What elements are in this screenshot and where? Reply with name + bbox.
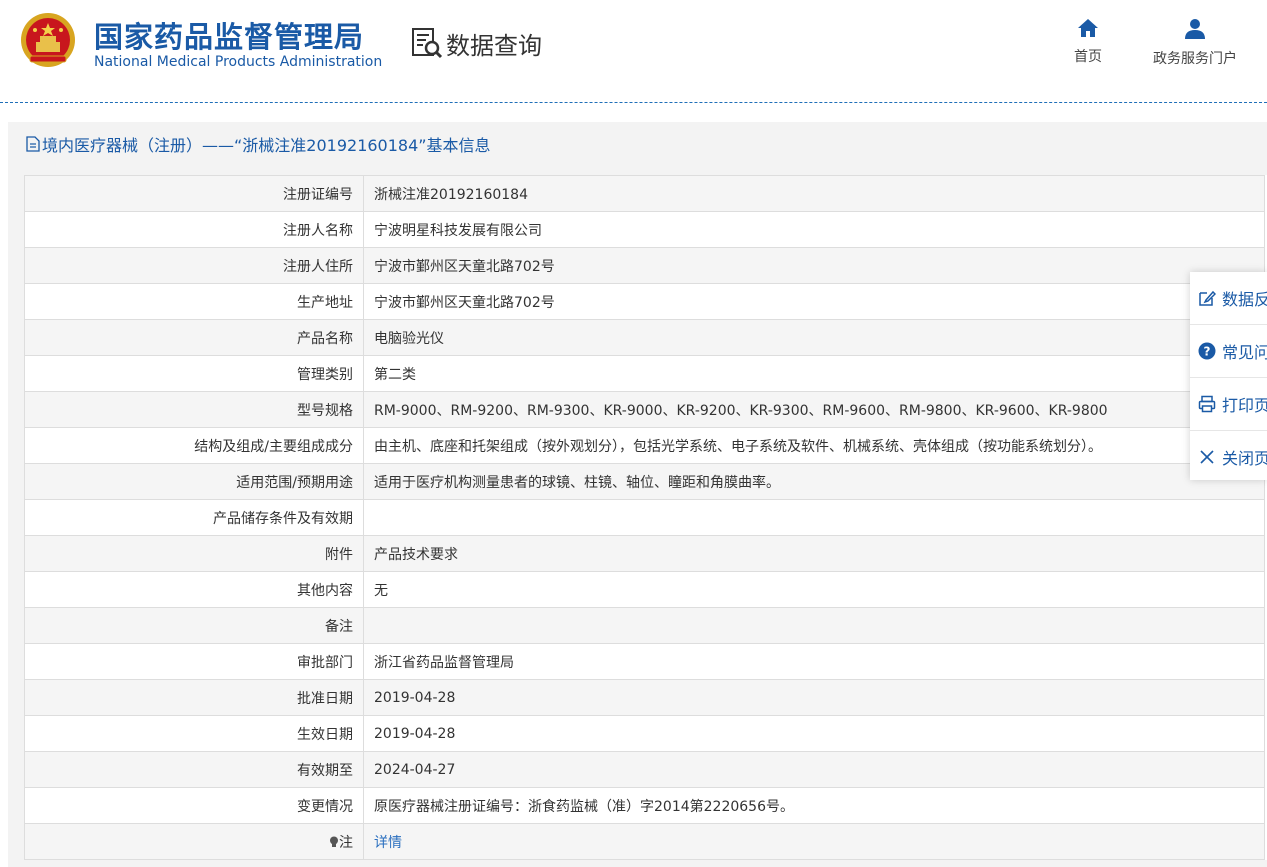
detail-panel: 境内医疗器械（注册）——“浙械注准20192160184”基本信息 注册证编号浙… (8, 122, 1267, 867)
row-label: 管理类别 (24, 355, 364, 392)
row-value: 电脑验光仪 (363, 319, 1265, 356)
nav-home-label: 首页 (1074, 49, 1102, 65)
row-label: 生产地址 (24, 283, 364, 320)
panel-title-text: 境内医疗器械（注册）——“浙械注准20192160184”基本信息 (42, 136, 491, 155)
table-row: 管理类别 第二类 (24, 355, 1265, 392)
row-value: 浙江省药品监督管理局 (363, 643, 1265, 680)
faq-button[interactable]: ? 常见问 (1190, 325, 1267, 378)
note-label: 注 (339, 834, 353, 851)
home-icon (1078, 19, 1098, 37)
table-row: 型号规格 RM-9000、RM-9200、RM-9300、KR-9000、KR-9… (24, 391, 1265, 428)
data-query-icon (412, 28, 443, 59)
row-label: 变更情况 (24, 787, 364, 824)
panel-title: 境内医疗器械（注册）——“浙械注准20192160184”基本信息 (26, 132, 491, 156)
row-value: RM-9000、RM-9200、RM-9300、KR-9000、KR-9200、… (363, 391, 1265, 428)
table-row: 变更情况 原医疗器械注册证编号：浙食药监械（准）字2014第2220656号。 (24, 787, 1265, 824)
feedback-button[interactable]: 数据反 (1190, 272, 1267, 325)
note-label-cell: 注 (24, 823, 364, 860)
print-icon (1198, 395, 1216, 413)
note-value: 详情 (363, 823, 1265, 860)
table-row: 生效日期 2019-04-28 (24, 715, 1265, 752)
nav-service-portal-label: 政务服务门户 (1153, 51, 1237, 67)
row-label: 注册人住所 (24, 247, 364, 284)
info-table-wrapper: 注册证编号 浙械注准20192160184 注册人名称 宁波明星科技发展有限公司 注… (24, 175, 1267, 860)
row-label: 生效日期 (24, 715, 364, 752)
row-value: 原医疗器械注册证编号：浙食药监械（准）字2014第2220656号。 (363, 787, 1265, 824)
row-value: 浙械注准20192160184 (363, 175, 1265, 212)
national-emblem-icon (21, 13, 75, 67)
row-label: 备注 (24, 607, 364, 644)
row-value: 2019-04-28 (363, 679, 1265, 716)
feedback-label: 数据反 (1222, 290, 1267, 309)
table-row: 产品储存条件及有效期 (24, 499, 1265, 536)
row-label: 有效期至 (24, 751, 364, 788)
section-heading: 数据查询 (410, 27, 542, 60)
details-link[interactable]: 详情 (374, 835, 402, 851)
row-value: 宁波明星科技发展有限公司 (363, 211, 1265, 248)
lightbulb-icon (330, 836, 338, 847)
row-label: 附件 (24, 535, 364, 572)
edit-icon (1199, 290, 1216, 306)
svg-text:?: ? (1204, 345, 1211, 359)
user-icon (1185, 19, 1205, 39)
row-label: 批准日期 (24, 679, 364, 716)
row-label: 适用范围/预期用途 (24, 463, 364, 500)
question-icon: ? (1198, 342, 1216, 360)
row-value: 第二类 (363, 355, 1265, 392)
row-label: 注册人名称 (24, 211, 364, 248)
site-header: 国家药品监督管理局 National Medical Products Admi… (0, 0, 1267, 103)
row-label: 注册证编号 (24, 175, 364, 212)
table-row: 备注 (24, 607, 1265, 644)
document-icon (26, 136, 40, 152)
print-button[interactable]: 打印页 (1190, 378, 1267, 431)
print-label: 打印页 (1222, 396, 1267, 415)
row-value: 宁波市鄞州区天童北路702号 (363, 283, 1265, 320)
table-row: 其他内容无 (24, 571, 1265, 608)
row-label: 结构及组成/主要组成成分 (24, 427, 364, 464)
table-row: 产品名称 电脑验光仪 (24, 319, 1265, 356)
section-heading-label: 数据查询 (446, 31, 542, 60)
faq-label: 常见问 (1222, 343, 1267, 362)
table-row: 生产地址 宁波市鄞州区天童北路702号 (24, 283, 1265, 320)
table-row: 审批部门 浙江省药品监督管理局 (24, 643, 1265, 680)
table-row: 注册证编号 浙械注准20192160184 (24, 175, 1265, 212)
row-label: 其他内容 (24, 571, 364, 608)
table-row-note: 注 详情 (24, 823, 1265, 860)
info-table: 注册证编号 浙械注准20192160184 注册人名称 宁波明星科技发展有限公司 注… (24, 175, 1265, 860)
header-divider (0, 102, 1267, 103)
row-value: 适用于医疗机构测量患者的球镜、柱镜、轴位、瞳距和角膜曲率。 (363, 463, 1265, 500)
close-page-button[interactable]: 关闭页 (1190, 431, 1267, 483)
floating-toolbar: 数据反 ? 常见问 打印页 关闭页 (1190, 272, 1267, 480)
row-label: 型号规格 (24, 391, 364, 428)
row-value: 无 (363, 571, 1265, 608)
table-row: 附件 产品技术要求 (24, 535, 1265, 572)
nav-home[interactable]: 首页 (1070, 18, 1106, 66)
org-name-cn: 国家药品监督管理局 (94, 20, 365, 54)
table-row: 适用范围/预期用途 适用于医疗机构测量患者的球镜、柱镜、轴位、瞳距和角膜曲率。 (24, 463, 1265, 500)
table-row: 注册人住所 宁波市鄞州区天童北路702号 (24, 247, 1265, 284)
row-value: 2024-04-27 (363, 751, 1265, 788)
row-value (363, 499, 1265, 536)
row-value: 2019-04-28 (363, 715, 1265, 752)
row-value: 由主机、底座和托架组成（按外观划分），包括光学系统、电子系统及软件、机械系统、壳… (363, 427, 1265, 464)
row-label: 审批部门 (24, 643, 364, 680)
close-page-label: 关闭页 (1222, 449, 1267, 468)
table-row: 有效期至 2024-04-27 (24, 751, 1265, 788)
row-label: 产品名称 (24, 319, 364, 356)
row-value: 产品技术要求 (363, 535, 1265, 572)
nav-service-portal[interactable]: 政务服务门户 (1148, 18, 1242, 68)
close-icon (1200, 450, 1214, 464)
table-row: 批准日期 2019-04-28 (24, 679, 1265, 716)
row-value: 宁波市鄞州区天童北路702号 (363, 247, 1265, 284)
table-row: 结构及组成/主要组成成分 由主机、底座和托架组成（按外观划分），包括光学系统、电子… (24, 427, 1265, 464)
table-row: 注册人名称 宁波明星科技发展有限公司 (24, 211, 1265, 248)
row-label: 产品储存条件及有效期 (24, 499, 364, 536)
row-value (363, 607, 1265, 644)
org-name-en: National Medical Products Administration (94, 54, 383, 70)
